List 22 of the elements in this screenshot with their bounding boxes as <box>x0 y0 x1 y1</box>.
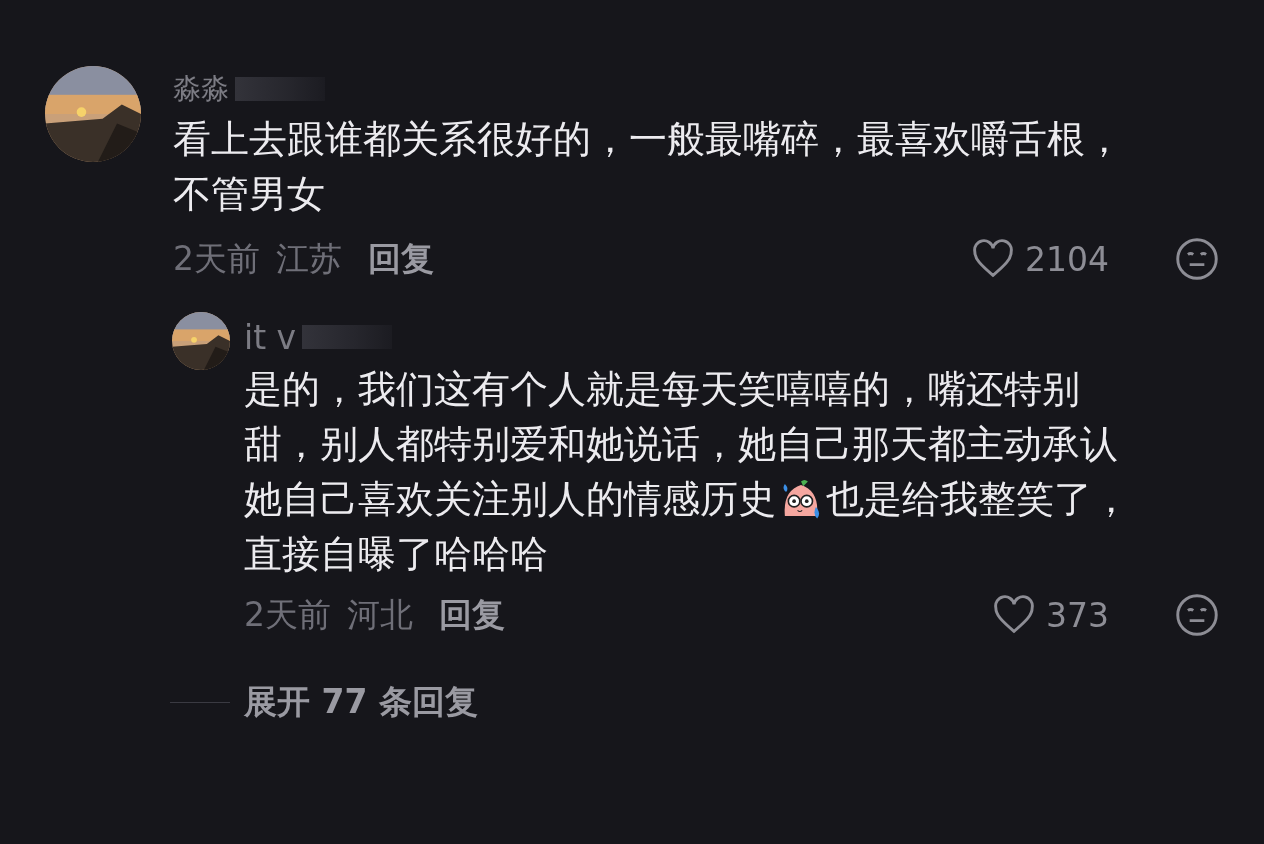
comment-time: 2天前 <box>244 593 331 636</box>
comment-time: 2天前 <box>173 237 260 280</box>
emoji-icon[interactable] <box>1175 237 1219 281</box>
comment-text: 不管男女 <box>173 171 325 218</box>
comment-text: 她自己喜欢关注别人的情感历史 <box>244 476 776 523</box>
comment-text: 甜，别人都特别爱和她说话，她自己那天都主动承认 <box>244 421 1118 468</box>
username[interactable]: it v <box>244 317 297 357</box>
comment-text: 是的，我们这有个人就是每天笑嘻嘻的，嘴还特别 <box>244 366 1080 413</box>
username[interactable]: 淼淼 <box>173 70 229 108</box>
heart-icon <box>992 595 1036 635</box>
reply-button[interactable]: 回复 <box>439 592 505 638</box>
like-button[interactable]: 2104 <box>971 239 1109 279</box>
comment-text: 直接自曝了哈哈哈 <box>244 531 548 578</box>
comment-text: 看上去跟谁都关系很好的，一般最嘴碎，最喜欢嚼舌根， <box>173 116 1123 163</box>
like-button[interactable]: 373 <box>992 595 1109 635</box>
comment-location: 江苏 <box>276 237 342 280</box>
emoji-icon[interactable] <box>1175 593 1219 637</box>
reply-button[interactable]: 回复 <box>368 236 434 282</box>
comment-text: 也是给我整笑了， <box>826 476 1130 523</box>
heart-icon <box>971 239 1015 279</box>
comment-location: 河北 <box>347 593 413 636</box>
expand-replies-button[interactable]: 展开 77 条回复 <box>244 680 478 725</box>
